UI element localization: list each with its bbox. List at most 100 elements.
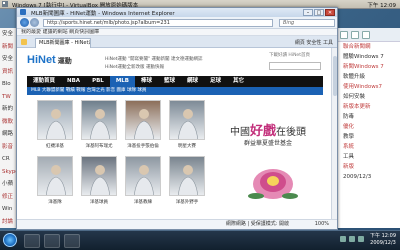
taskbar-folder-icon[interactable] <box>44 234 60 248</box>
back-button[interactable] <box>20 18 29 27</box>
nav-item[interactable]: MLB <box>109 76 135 87</box>
command-bar[interactable]: 網頁 安全性 工具 <box>295 39 333 46</box>
photo-caption[interactable]: 洋基球員 <box>81 199 117 205</box>
nav-item[interactable]: 足球 <box>204 76 227 87</box>
photo-image[interactable] <box>37 156 73 196</box>
photo-thumbnail[interactable]: 洋基阿布瑞尤 <box>81 100 117 149</box>
list-item[interactable]: 體驗Windows 7 <box>335 52 400 62</box>
favorites-star-icon[interactable] <box>21 39 27 45</box>
site-logo[interactable]: HiNet 運動 <box>27 54 72 66</box>
nav-item[interactable]: NBA <box>61 76 86 87</box>
photo-image[interactable] <box>81 156 117 196</box>
photo-image[interactable] <box>169 100 205 140</box>
list-item[interactable]: 新版 <box>335 162 400 172</box>
photo-thumbnail[interactable]: 洋基外野手 <box>169 156 205 205</box>
sub-nav[interactable]: MLB 大聯盟新聞 戰績 戰報 台灣之光 影音 圖庫 球隊 球員 <box>27 87 323 95</box>
list-item[interactable]: 新版本更新 <box>335 102 400 112</box>
taskbar-media-icon[interactable] <box>64 234 80 248</box>
list-item[interactable]: 工具 <box>335 152 400 162</box>
background-window-right[interactable]: 聯合新聞網 體驗Windows 7 新聞Windows 7 軟體升級 使用Windows… <box>334 28 400 228</box>
photo-image[interactable] <box>37 100 73 140</box>
logo-text: HiNet <box>27 54 56 66</box>
favorites-bar[interactable]: 我的最愛 建議的網站 網頁快訊圖庫 <box>17 29 337 36</box>
photo-thumbnail[interactable]: 洋基教練 <box>125 156 161 205</box>
browser-title: MLB新聞圖庫 - HiNet運動 - Windows Internet Exp… <box>31 11 175 17</box>
maximize-button[interactable]: □ <box>314 9 324 16</box>
start-button[interactable] <box>3 233 17 247</box>
nav-item[interactable]: 棒球 <box>135 76 158 87</box>
nav-item[interactable]: PBL <box>86 76 110 87</box>
ad-headline: 中國好戲在後頭 <box>230 120 306 139</box>
list-item[interactable]: 系統 <box>335 142 400 152</box>
nav-item[interactable]: 網球 <box>181 76 204 87</box>
photo-thumbnail[interactable]: 紅襪洋基 <box>37 100 73 149</box>
header-links[interactable]: HiNet運動 "開寫要聞" 運動新聞 達文德運動網誌 <box>105 56 202 62</box>
ad-headline-post: 在後頭 <box>276 127 307 138</box>
ad-headline-highlight: 好戲 <box>250 124 277 139</box>
taskbar-clock[interactable]: 下午 12:09 2009/12/3 <box>370 233 396 247</box>
nav-item[interactable]: 運動首頁 <box>27 76 61 87</box>
flag-icon[interactable] <box>358 236 364 242</box>
host-clock: 下午 12:09 <box>367 3 396 9</box>
photo-caption[interactable]: 洋基外野手 <box>169 199 205 205</box>
toolbar-icon[interactable] <box>351 31 359 39</box>
photo-image[interactable] <box>125 100 161 140</box>
list-item[interactable]: 如何安裝 <box>335 92 400 102</box>
taskbar-ie-icon[interactable] <box>24 234 40 248</box>
list-item[interactable]: 2009/12/3 <box>335 172 400 182</box>
photo-caption[interactable]: 洋基教練 <box>125 199 161 205</box>
photo-caption[interactable]: 洋基投手張伯倫 <box>125 143 161 149</box>
toolbar-icon[interactable] <box>340 31 348 39</box>
ad-headline-pre: 中國 <box>230 127 250 138</box>
nav-item[interactable]: 籃球 <box>158 76 181 87</box>
list-item[interactable]: 使用Windows7 <box>335 82 400 92</box>
search-input[interactable]: Bing <box>279 19 335 27</box>
photo-caption[interactable]: 洋基隊 <box>37 199 73 205</box>
zoom-level[interactable]: 100% <box>315 220 329 229</box>
photo-image[interactable] <box>125 156 161 196</box>
list-item[interactable]: 優化 <box>335 122 400 132</box>
nav-item[interactable]: 其它 <box>227 76 250 87</box>
address-bar: http://sports.hinet.net/mlb/photo.jsp?al… <box>17 17 337 29</box>
site-search-input[interactable] <box>269 62 321 70</box>
site-header: HiNet 運動 HiNet運動 "開寫要聞" 運動新聞 達文德運動網誌 HiNe… <box>17 48 331 78</box>
peony-illustration <box>248 169 298 199</box>
list-item[interactable]: 防毒 <box>335 112 400 122</box>
page-viewport: HiNet 運動 HiNet運動 "開寫要聞" 運動新聞 達文德運動網誌 HiNe… <box>17 48 337 221</box>
forward-button[interactable] <box>30 18 39 27</box>
header-utility-links[interactable]: 下載好讀 HiNet首頁 <box>269 52 321 58</box>
tab-strip: MLB新聞圖庫 - HiNet運動 網頁 安全性 工具 <box>17 36 337 48</box>
photo-thumbnail[interactable]: 洋基球員 <box>81 156 117 205</box>
close-button[interactable]: ✕ <box>325 9 335 16</box>
volume-icon[interactable] <box>349 236 355 242</box>
photo-caption[interactable]: 明星大賽 <box>169 143 205 149</box>
host-menu-icon[interactable] <box>2 1 8 7</box>
photo-thumbnail[interactable]: 洋基隊 <box>37 156 73 205</box>
list-item[interactable]: 新聞Windows 7 <box>335 62 400 72</box>
vertical-scrollbar[interactable] <box>331 48 337 221</box>
header-tagline: HiNet運動全新改版 運動快報 <box>105 65 164 70</box>
photo-caption[interactable]: 紅襪洋基 <box>37 143 73 149</box>
clock-date: 2009/12/3 <box>370 240 396 246</box>
minimize-button[interactable]: – <box>303 9 313 16</box>
network-icon[interactable] <box>340 236 346 242</box>
toolbar-icon[interactable] <box>362 31 370 39</box>
list-item[interactable]: 聯合新聞網 <box>335 42 400 52</box>
background-window-toolbar <box>335 28 400 42</box>
security-zone[interactable]: 網際網路 | 受保護模式: 開啟 <box>226 220 289 229</box>
advertisement[interactable]: 中國好戲在後頭 群益華夏盛世基金 <box>222 100 324 216</box>
taskbar: 下午 12:09 2009/12/3 <box>0 230 400 250</box>
photo-image[interactable] <box>169 156 205 196</box>
photo-image[interactable] <box>81 100 117 140</box>
list-item[interactable]: 軟體升級 <box>335 72 400 82</box>
system-tray <box>340 236 364 242</box>
tab-active[interactable]: MLB新聞圖庫 - HiNet運動 <box>35 38 91 48</box>
photo-thumbnail[interactable]: 洋基投手張伯倫 <box>125 100 161 149</box>
photo-thumbnail[interactable]: 明星大賽 <box>169 100 205 149</box>
scrollbar-thumb[interactable] <box>333 56 337 96</box>
background-window-list: 聯合新聞網 體驗Windows 7 新聞Windows 7 軟體升級 使用Windows… <box>335 42 400 182</box>
photo-caption[interactable]: 洋基阿布瑞尤 <box>81 143 117 149</box>
url-input[interactable]: http://sports.hinet.net/mlb/photo.jsp?al… <box>43 19 273 27</box>
list-item[interactable]: 教學 <box>335 132 400 142</box>
ie-icon <box>20 9 26 15</box>
